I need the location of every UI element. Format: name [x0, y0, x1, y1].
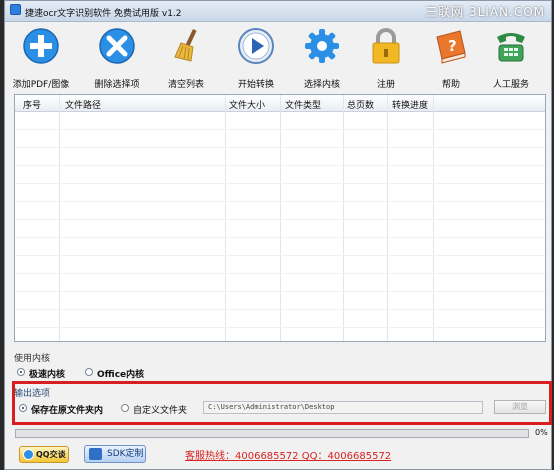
sdk-icon	[89, 448, 102, 460]
row-divider	[15, 183, 545, 184]
add-pdf-image-button[interactable]: 添加PDF/图像	[8, 23, 74, 90]
file-table[interactable]: 序号 文件路径 文件大小 文件类型 总页数 转换进度	[14, 94, 546, 342]
clear-list-label: 清空列表	[167, 80, 204, 90]
start-convert-button[interactable]: 开始转换	[223, 23, 289, 90]
play-icon	[238, 28, 274, 64]
core-section-label: 使用内核	[14, 354, 51, 364]
custom-folder-radio[interactable]	[121, 404, 129, 412]
core-office-radio[interactable]	[85, 368, 93, 376]
title-bar[interactable]: 捷速ocr文字识别软件 免费试用版 v1.2 三联网 3LIAN.COM	[5, 1, 551, 22]
core-office-label[interactable]: Office内核	[97, 367, 144, 380]
app-window: 捷速ocr文字识别软件 免费试用版 v1.2 三联网 3LIAN.COM 添加P…	[4, 0, 552, 470]
qq-chat-button[interactable]: QQ交谈	[19, 446, 69, 463]
row-divider	[15, 165, 545, 166]
row-divider	[15, 129, 545, 130]
lock-icon	[372, 28, 400, 64]
save-original-folder-radio[interactable]	[19, 404, 27, 412]
start-convert-label: 开始转换	[237, 80, 274, 90]
delete-selected-label: 删除选择项	[94, 80, 140, 90]
core-fast-radio[interactable]	[17, 368, 25, 376]
browse-button[interactable]: 浏览	[494, 400, 546, 414]
row-divider	[15, 309, 545, 310]
output-section-label: 输出选项	[14, 389, 51, 399]
delete-selected-button[interactable]: 删除选择项	[84, 23, 150, 90]
column-header-size[interactable]: 文件大小	[229, 98, 265, 111]
select-core-button[interactable]: 选择内核	[289, 23, 355, 90]
sdk-custom-label: SDK定制	[107, 449, 144, 459]
row-divider	[15, 273, 545, 274]
register-label: 注册	[376, 80, 395, 90]
gear-icon	[305, 29, 339, 63]
help-label: 帮助	[441, 80, 460, 90]
clear-list-button[interactable]: 清空列表	[153, 23, 219, 90]
column-header-path[interactable]: 文件路径	[65, 98, 101, 111]
svg-text:?: ?	[448, 37, 457, 55]
column-header-index[interactable]: 序号	[23, 98, 41, 111]
qq-chat-label: QQ交谈	[36, 450, 66, 459]
core-fast-label[interactable]: 极速内核	[29, 367, 65, 380]
column-header-pages[interactable]: 总页数	[347, 98, 374, 111]
custom-folder-label[interactable]: 自定义文件夹	[133, 403, 187, 416]
progress-percent: 0%	[535, 428, 548, 437]
row-divider	[15, 219, 545, 220]
add-pdf-image-label: 添加PDF/图像	[12, 80, 70, 90]
help-book-icon: ?	[436, 30, 466, 64]
manual-service-label: 人工服务	[492, 80, 529, 90]
watermark: 三联网 3LIAN.COM	[425, 5, 545, 19]
qq-icon	[23, 449, 34, 460]
window-title: 捷速ocr文字识别软件 免费试用版 v1.2	[25, 9, 182, 19]
save-original-folder-label[interactable]: 保存在原文件夹内	[31, 403, 103, 416]
delete-icon	[99, 28, 135, 64]
manual-service-button[interactable]: 人工服务	[478, 23, 544, 90]
output-path-field[interactable]: C:\Users\Administrator\Desktop	[203, 401, 483, 414]
conversion-progress-bar	[15, 429, 529, 438]
row-divider	[15, 147, 545, 148]
hotline-link[interactable]: 客服热线：4006685572 QQ：4006685572	[185, 447, 391, 462]
row-divider	[15, 201, 545, 202]
row-divider	[15, 237, 545, 238]
column-header-type[interactable]: 文件类型	[285, 98, 321, 111]
register-button[interactable]: 注册	[353, 23, 419, 90]
help-button[interactable]: ? 帮助	[418, 23, 484, 90]
toolbar: 添加PDF/图像 删除选择项 清空列表 开始转换 选择内核 注册 ? 帮助 人工…	[5, 23, 551, 91]
column-header-progress[interactable]: 转换进度	[392, 98, 428, 111]
row-divider	[15, 255, 545, 256]
add-icon	[23, 28, 59, 64]
phone-icon	[497, 33, 525, 62]
row-divider	[15, 291, 545, 292]
app-icon	[10, 4, 21, 15]
sdk-custom-button[interactable]: SDK定制	[84, 445, 146, 463]
broom-icon	[174, 28, 197, 62]
select-core-label: 选择内核	[303, 80, 340, 90]
row-divider	[15, 327, 545, 328]
